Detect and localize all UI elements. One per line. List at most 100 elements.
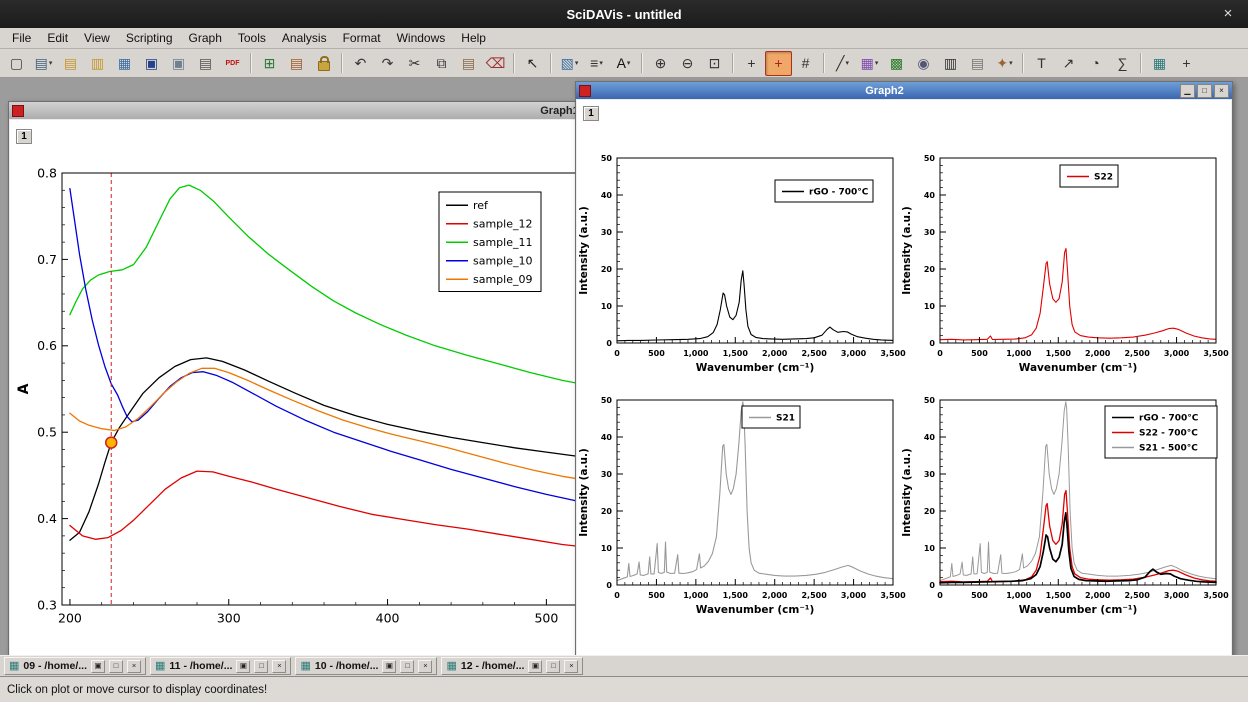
tab-float-button[interactable]: ▣ [236,660,250,673]
graph1-layer-button[interactable]: 1 [16,129,32,144]
tab-float-button[interactable]: ▣ [91,660,105,673]
menu-file[interactable]: File [4,29,39,47]
svg-text:1,500: 1,500 [723,591,749,600]
paste-button[interactable]: ▤ [455,51,482,76]
lock-toolbars-button[interactable] [310,51,337,76]
svg-text:2,000: 2,000 [762,591,788,600]
menu-help[interactable]: Help [453,29,494,47]
graph2-window[interactable]: Graph2 ▁□× 1 05001,0001,5002,0002,5003,0… [575,81,1233,655]
svg-text:3,500: 3,500 [1203,591,1229,600]
results-log-button[interactable]: ▤ [283,51,310,76]
svg-text:0: 0 [606,581,612,590]
box-plot-button[interactable]: ▤ [964,51,991,76]
graph2-layer-button[interactable]: 1 [583,106,599,121]
tab-close-button[interactable]: × [272,660,286,673]
export-pdf-button[interactable]: PDF [219,51,246,76]
draw-line-dropdown[interactable]: ╱▾ [829,51,856,76]
add-equation-button[interactable]: ∑ [1109,51,1136,76]
move-points-button[interactable]: # [792,51,819,76]
app-title: SciDAVis - untitled [566,7,681,22]
menu-windows[interactable]: Windows [389,29,454,47]
tab-close-button[interactable]: × [418,660,432,673]
rescale-button[interactable]: ⊡ [701,51,728,76]
redo-button[interactable]: ↷ [374,51,401,76]
svg-text:30: 30 [924,228,936,237]
new-window-dropdown[interactable]: ▤▾ [30,51,57,76]
menu-analysis[interactable]: Analysis [274,29,335,47]
screen-reader-button[interactable]: + [738,51,765,76]
raman-subplot-s21[interactable]: 05001,0001,5002,0002,5003,0003,500010203… [577,388,908,628]
tab-float-button[interactable]: ▣ [528,660,542,673]
add-timestamp-button[interactable]: ◔ [1082,51,1109,76]
taskbar-tab-1[interactable]: ▦09 - /home/...▣□× [4,657,146,675]
histogram-button[interactable]: ▥ [937,51,964,76]
plot-style-dropdown[interactable]: ▧▾ [556,51,583,76]
data-reader-button[interactable]: + [765,51,792,76]
data-reader-button-icon: + [774,56,782,70]
graph2-canvas[interactable]: 1 05001,0001,5002,0002,5003,0003,5000102… [577,100,1231,655]
pointer-button[interactable]: ↖ [519,51,546,76]
tab-restore-button[interactable]: □ [546,660,560,673]
raman-subplot-rgo[interactable]: 05001,0001,5002,0002,5003,0003,500010203… [577,146,908,386]
svg-text:Wavenumber (cm⁻¹): Wavenumber (cm⁻¹) [696,604,815,616]
open-project-button-icon: ▤ [64,56,77,70]
add-text-button[interactable]: T [1028,51,1055,76]
graph2-close-button[interactable]: × [1214,84,1229,98]
save-project-button[interactable]: ▣ [138,51,165,76]
dropdown-arrow-icon: ▾ [599,59,603,67]
tab-close-button[interactable]: × [564,660,578,673]
tab-float-button[interactable]: ▣ [382,660,396,673]
dropdown-arrow-icon: ▾ [875,59,879,67]
svg-text:10: 10 [924,544,936,553]
copy-button[interactable]: ⧉ [428,51,455,76]
add-column-button[interactable]: + [1173,51,1200,76]
svg-text:40: 40 [924,433,936,442]
taskbar-tab-3[interactable]: ▦10 - /home/...▣□× [295,657,437,675]
redo-button-icon: ↷ [382,56,394,70]
add-image-dropdown[interactable]: ▦▾ [856,51,883,76]
cut-button[interactable]: ✂ [401,51,428,76]
font-dropdown[interactable]: A▾ [610,51,637,76]
taskbar-tab-2[interactable]: ▦11 - /home/...▣□× [150,657,291,675]
menu-format[interactable]: Format [335,29,389,47]
taskbar-tab-4[interactable]: ▦12 - /home/...▣□× [441,657,583,675]
contour-plot-button[interactable]: ▩ [883,51,910,76]
save-template-button[interactable]: ▣ [165,51,192,76]
undo-button[interactable]: ↶ [347,51,374,76]
line-style-dropdown[interactable]: ≡▾ [583,51,610,76]
tab-close-button[interactable]: × [127,660,141,673]
import-ascii-button[interactable]: ▦ [111,51,138,76]
graph2-restore-button[interactable]: □ [1197,84,1212,98]
graph2-titlebar[interactable]: Graph2 ▁□× [576,82,1232,99]
open-template-button[interactable]: ▥ [84,51,111,76]
tab-restore-button[interactable]: □ [109,660,123,673]
menu-view[interactable]: View [76,29,118,47]
svg-text:rGO - 700°C: rGO - 700°C [1139,414,1199,424]
svg-text:1,500: 1,500 [1046,349,1072,358]
open-project-button[interactable]: ▤ [57,51,84,76]
draw-arrow-button[interactable]: ↗ [1055,51,1082,76]
print-button[interactable]: ▤ [192,51,219,76]
tab-restore-button[interactable]: □ [400,660,414,673]
svg-text:0.5: 0.5 [37,425,57,440]
svg-text:400: 400 [376,611,400,626]
menu-graph[interactable]: Graph [181,29,230,47]
menu-scripting[interactable]: Scripting [118,29,181,47]
app-close-icon[interactable]: × [1218,4,1238,24]
svg-text:0: 0 [614,591,620,600]
delete-button[interactable]: ⌫ [482,51,509,76]
menu-edit[interactable]: Edit [39,29,76,47]
fit-wizard-dropdown[interactable]: ✦▾ [991,51,1018,76]
zoom-out-button[interactable]: ⊖ [674,51,701,76]
raman-subplot-s22[interactable]: 05001,0001,5002,0002,5003,0003,500010203… [900,146,1231,386]
new-table-button[interactable]: ▦ [1146,51,1173,76]
plot-3d-button[interactable]: ◉ [910,51,937,76]
project-explorer-button[interactable]: ⊞ [256,51,283,76]
tab-restore-button[interactable]: □ [254,660,268,673]
new-project-button[interactable]: ▢ [3,51,30,76]
zoom-in-button[interactable]: ⊕ [647,51,674,76]
graph2-minimize-button[interactable]: ▁ [1180,84,1195,98]
menu-tools[interactable]: Tools [230,29,274,47]
raman-subplot-overlay[interactable]: 05001,0001,5002,0002,5003,0003,500010203… [900,388,1231,628]
dropdown-arrow-icon: ▾ [575,59,579,67]
